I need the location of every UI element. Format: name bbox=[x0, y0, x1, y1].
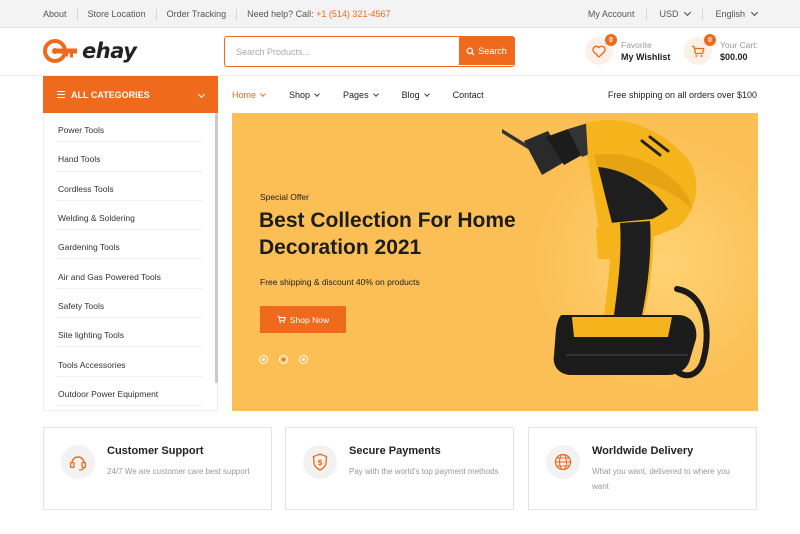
chevron-down-icon bbox=[372, 90, 379, 97]
my-account-link[interactable]: My Account bbox=[576, 9, 647, 20]
cart-label: Your Cart: bbox=[720, 40, 758, 50]
category-item-tools-accessories[interactable]: Tools Accessories bbox=[57, 347, 203, 377]
language-value: English bbox=[715, 8, 745, 19]
wishlist-value: My Wishlist bbox=[621, 52, 671, 62]
feature-worldwide-delivery: Worldwide Delivery What you want, delive… bbox=[528, 427, 757, 510]
nav-shop-label: Shop bbox=[289, 89, 311, 100]
feature-secure-payments: $ Secure Payments Pay with the world's t… bbox=[285, 427, 514, 510]
shop-now-button[interactable]: Shop Now bbox=[260, 306, 346, 333]
shield-dollar-icon: $ bbox=[312, 453, 328, 471]
nav-contact-label: Contact bbox=[452, 89, 484, 100]
search-bar: Search bbox=[224, 36, 515, 67]
nav-contact[interactable]: Contact bbox=[453, 90, 484, 100]
feature-icon-wrap bbox=[61, 445, 95, 479]
category-item-safety-tools[interactable]: Safety Tools bbox=[57, 289, 203, 319]
cart-widget[interactable]: 0 Your Cart: $00.00 bbox=[684, 34, 758, 65]
chevron-down-icon bbox=[197, 90, 206, 99]
feature-title: Worldwide Delivery bbox=[592, 445, 694, 457]
hero-banner: Special Offer Best Collection For Home D… bbox=[232, 113, 758, 411]
feature-description: Pay with the world's top payment methods bbox=[349, 467, 499, 476]
cart-icon bbox=[692, 45, 705, 57]
chevron-down-icon bbox=[750, 8, 759, 17]
currency-value: USD bbox=[659, 8, 679, 19]
chevron-down-icon bbox=[423, 90, 430, 97]
feature-title: Secure Payments bbox=[349, 445, 441, 457]
help-line: Need help? Call: +1 (514) 321-4567 bbox=[237, 9, 400, 20]
feature-description: What you want, delivered to where you wa… bbox=[592, 467, 730, 491]
nav-blog-label: Blog bbox=[401, 89, 420, 100]
cart-icon bbox=[277, 315, 286, 324]
nav-pages-label: Pages bbox=[343, 89, 369, 100]
category-item-hand-tools[interactable]: Hand Tools bbox=[57, 142, 203, 172]
category-item-gardening-tools[interactable]: Gardening Tools bbox=[57, 230, 203, 260]
feature-icon-wrap bbox=[546, 445, 580, 479]
chevron-down-icon bbox=[314, 90, 320, 97]
wishlist-count-badge: 0 bbox=[605, 34, 617, 46]
wishlist-icon-wrap: 0 bbox=[585, 34, 617, 65]
site-header: ehay Search 0 Favorite My Wishlist 0 You… bbox=[0, 28, 800, 76]
main-nav: Home Shop Pages Blog Contact bbox=[232, 76, 508, 113]
heart-icon bbox=[592, 45, 606, 58]
feature-description: 24/7 We are customer care best support bbox=[107, 467, 250, 476]
nav-home[interactable]: Home bbox=[232, 89, 266, 100]
svg-text:$: $ bbox=[317, 458, 323, 467]
language-selector[interactable]: English bbox=[702, 8, 759, 20]
chevron-down-icon bbox=[260, 90, 266, 97]
cordless-drill-image bbox=[502, 120, 710, 379]
search-input[interactable] bbox=[225, 37, 459, 66]
shop-now-label: Shop Now bbox=[289, 314, 330, 325]
search-button[interactable]: Search bbox=[459, 37, 514, 65]
category-item-site-lighting-tools[interactable]: Site lighting Tools bbox=[57, 318, 203, 348]
category-item-cordless-tools[interactable]: Cordless Tools bbox=[57, 172, 203, 201]
order-tracking-link[interactable]: Order Tracking bbox=[157, 8, 238, 20]
chevron-down-icon bbox=[684, 8, 692, 17]
feature-title: Customer Support bbox=[107, 445, 204, 457]
free-shipping-note: Free shipping on all orders over $100 bbox=[607, 89, 757, 100]
category-item-welding-soldering[interactable]: Welding & Soldering bbox=[57, 201, 203, 231]
feature-customer-support: Customer Support 24/7 We are customer ca… bbox=[43, 427, 272, 510]
currency-selector[interactable]: USD bbox=[646, 8, 702, 20]
top-account-controls: My Account USD English bbox=[576, 0, 759, 28]
all-categories-label: ALL CATEGORIES bbox=[71, 89, 150, 100]
cart-icon-wrap: 0 bbox=[684, 34, 716, 65]
globe-icon bbox=[554, 453, 572, 471]
nav-pages[interactable]: Pages bbox=[343, 89, 379, 100]
all-categories-toggle[interactable]: ALL CATEGORIES bbox=[43, 76, 218, 113]
slider-dot-3[interactable] bbox=[299, 355, 308, 364]
cart-count-badge: 0 bbox=[704, 34, 716, 46]
slider-dot-2[interactable] bbox=[279, 355, 288, 364]
category-item-air-gas-tools[interactable]: Air and Gas Powered Tools bbox=[57, 259, 203, 289]
logo-mark-icon bbox=[43, 38, 79, 64]
about-link[interactable]: About bbox=[43, 8, 78, 20]
slider-dots bbox=[259, 355, 308, 364]
brand-name: ehay bbox=[82, 39, 137, 63]
menu-icon bbox=[57, 91, 65, 98]
help-phone-link[interactable]: +1 (514) 321-4567 bbox=[316, 9, 390, 19]
feature-icon-wrap: $ bbox=[303, 445, 337, 479]
logo[interactable]: ehay bbox=[43, 38, 137, 64]
nav-blog[interactable]: Blog bbox=[401, 89, 430, 100]
category-list: Power Tools Hand Tools Cordless Tools We… bbox=[43, 113, 218, 411]
headset-icon bbox=[69, 456, 87, 471]
nav-home-label: Home bbox=[232, 89, 257, 100]
category-item-outdoor-power-equipment[interactable]: Outdoor Power Equipment bbox=[57, 377, 203, 406]
search-icon bbox=[466, 46, 475, 56]
help-label: Need help? Call: bbox=[247, 8, 317, 19]
store-location-link[interactable]: Store Location bbox=[78, 8, 157, 20]
search-button-label: Search bbox=[478, 46, 507, 56]
cart-total: $00.00 bbox=[720, 52, 748, 62]
wishlist-label: Favorite bbox=[621, 40, 652, 50]
nav-shop[interactable]: Shop bbox=[289, 89, 320, 100]
category-item-power-tools[interactable]: Power Tools bbox=[57, 113, 203, 143]
top-bar: About Store Location Order Tracking Need… bbox=[0, 0, 800, 28]
wishlist-widget[interactable]: 0 Favorite My Wishlist bbox=[585, 34, 671, 65]
slider-dot-1[interactable] bbox=[259, 355, 268, 364]
category-scrollbar[interactable] bbox=[215, 113, 218, 383]
top-links: About Store Location Order Tracking Need… bbox=[43, 0, 400, 28]
hero-kicker: Special Offer bbox=[260, 192, 309, 202]
hero-subtitle: Free shipping & discount 40% on products bbox=[260, 277, 420, 287]
